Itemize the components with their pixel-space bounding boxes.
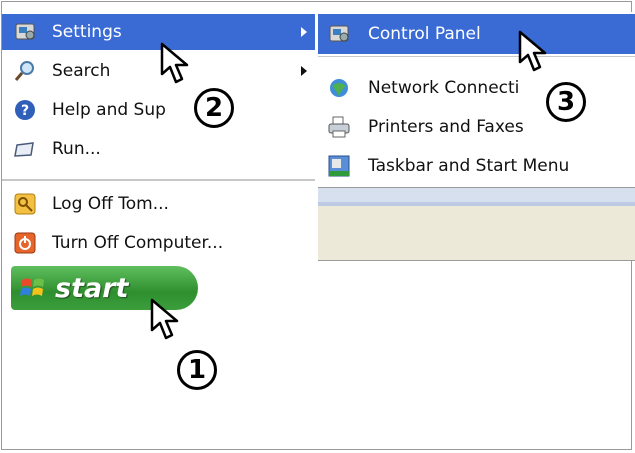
settings-icon [12, 19, 38, 45]
menu-divider [2, 179, 315, 181]
help-icon: ? [12, 97, 38, 123]
submenu-arrow-icon [301, 27, 307, 37]
mouse-cursor-icon [160, 42, 189, 84]
menu-item-help[interactable]: ? Help and Sup [2, 92, 315, 128]
start-menu: Settings Search ? Help and Sup Run... Lo… [2, 12, 315, 262]
log-off-icon [12, 191, 38, 217]
menu-item-log-off[interactable]: Log Off Tom... [2, 186, 315, 222]
desktop-window-edge [318, 188, 635, 261]
submenu-item-printers[interactable]: Printers and Faxes [318, 107, 635, 147]
submenu-item-control-panel[interactable]: Control Panel [318, 14, 635, 54]
submenu-item-network[interactable]: Network Connecti [318, 68, 635, 108]
menu-item-turn-off[interactable]: Turn Off Computer... [2, 225, 315, 261]
windows-logo-icon [19, 274, 47, 302]
submenu-item-taskbar[interactable]: Taskbar and Start Menu [318, 146, 635, 186]
run-icon [12, 136, 38, 162]
menu-item-search[interactable]: Search [2, 53, 315, 89]
search-icon [12, 58, 38, 84]
mouse-cursor-icon [518, 30, 547, 72]
step-2-badge: 2 [194, 88, 234, 128]
submenu-divider [318, 56, 635, 57]
settings-submenu: Control Panel Network Connecti Printers … [318, 12, 635, 188]
network-icon [326, 75, 352, 101]
control-panel-icon [326, 21, 352, 47]
printer-icon [326, 114, 352, 140]
power-icon [12, 230, 38, 256]
step-1-badge: 1 [177, 350, 217, 390]
step-3-badge: 3 [546, 82, 586, 122]
svg-text:?: ? [21, 103, 29, 119]
menu-item-run[interactable]: Run... [2, 131, 315, 167]
mouse-cursor-icon [150, 298, 179, 340]
submenu-arrow-icon [301, 66, 307, 76]
taskbar-icon [326, 153, 352, 179]
menu-item-settings[interactable]: Settings [2, 14, 315, 50]
